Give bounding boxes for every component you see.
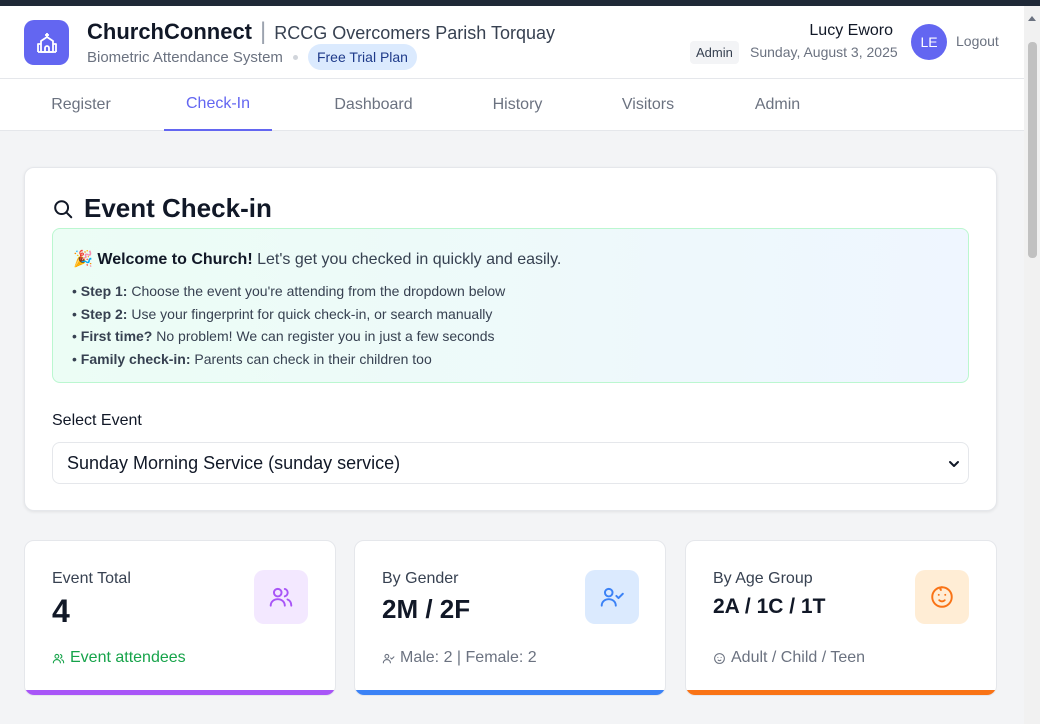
step-text: Parents can check in their children too [190,350,432,367]
role-badge: Admin [690,41,739,64]
page-scrollbar[interactable] [1024,6,1040,724]
step-label: Step 1: [80,283,128,299]
stat-card-age-group: By Age Group 2A / 1C / 1T Adult / Child … [685,540,997,696]
step-label: First time? [80,328,153,344]
welcome-text: Let's get you checked in quickly and eas… [252,251,562,268]
tab-dashboard[interactable]: Dashboard [315,79,432,131]
selected-event: Sunday Morning Service (sunday service) [67,452,401,473]
brand-separator: | [260,18,267,45]
stat-footer-text: Event attendees [70,649,186,666]
app-name: ChurchConnect [87,19,252,44]
stat-footer-text: Male: 2 | Female: 2 [400,649,537,666]
tab-admin[interactable]: Admin [732,79,823,131]
list-item: • Step 1: Choose the event you're attend… [72,283,506,299]
tab-check-in[interactable]: Check-In [164,79,272,131]
plan-badge: Free Trial Plan [307,44,417,70]
app-header: ChurchConnect | RCCG Overcomers Parish T… [0,6,1024,79]
stat-value: 2M / 2F [382,594,471,624]
stat-footer: Male: 2 | Female: 2 [382,649,537,667]
users-small-icon [52,653,65,663]
stat-card-gender: By Gender 2M / 2F Male: 2 | Female: 2 [354,540,666,696]
chevron-down-icon [949,461,959,467]
parish-name: RCCG Overcomers Parish Torquay [274,23,555,43]
baby-icon [915,570,969,624]
event-select[interactable]: Sunday Morning Service (sunday service) [52,442,969,484]
church-logo-icon [24,20,69,65]
stat-value: 4 [52,593,70,629]
step-text: Choose the event you're attending from t… [127,283,506,299]
step-label: Family check-in: [80,350,191,367]
stat-accent-bar [686,690,996,695]
tab-history[interactable]: History [470,79,565,131]
stat-label: By Gender [382,570,459,587]
scroll-up-arrow-icon[interactable] [1028,16,1036,21]
avatar[interactable]: LE [911,24,947,60]
users-icon [254,570,308,624]
logout-button[interactable]: Logout [956,33,999,49]
user-small-icon [382,653,395,663]
tab-register[interactable]: Register [24,79,138,131]
current-date: Sunday, August 3, 2025 [750,44,898,60]
party-icon: 🎉 [73,251,93,268]
welcome-heading: 🎉 Welcome to Church! Let's get you check… [73,249,561,269]
card-title: Event Check-in [52,193,272,224]
stat-footer-text: Adult / Child / Teen [731,649,866,666]
stat-value: 2A / 1C / 1T [713,595,826,618]
system-name: Biometric Attendance System [87,48,283,66]
event-checkin-card: Event Check-in 🎉 Welcome to Church! Let'… [24,167,997,511]
scrollbar-thumb[interactable] [1028,42,1037,258]
list-item: • First time? No problem! We can registe… [72,328,495,344]
stat-footer: Adult / Child / Teen [713,649,865,667]
stat-accent-bar [25,690,335,695]
stat-label: Event Total [52,570,131,587]
instructions-list: • Step 1: Choose the event you're attend… [72,280,505,370]
user-name: Lucy Eworo [809,22,893,39]
list-item: • Step 2: Use your fingerprint for quick… [72,305,493,322]
step-text: Use your fingerprint for quick check-in,… [127,305,493,322]
stat-footer: Event attendees [52,649,186,667]
select-event-label: Select Event [52,412,142,429]
search-icon [54,199,73,218]
stat-label: By Age Group [713,570,813,587]
subtitle-row: Biometric Attendance System Free Trial P… [87,44,417,70]
page-title: Event Check-in [84,193,272,223]
tab-visitors[interactable]: Visitors [602,79,694,131]
stat-card-event-total: Event Total 4 Event attendees [24,540,336,696]
baby-small-icon [714,652,725,664]
welcome-bold: Welcome to Church! [97,251,253,268]
user-check-icon [585,570,639,624]
stat-accent-bar [355,690,665,695]
welcome-panel: 🎉 Welcome to Church! Let's get you check… [52,228,969,383]
main-nav: Register Check-In Dashboard History Visi… [0,79,1024,131]
step-label: Step 2: [80,305,128,322]
brand: ChurchConnect | RCCG Overcomers Parish T… [87,18,555,46]
separator-dot [292,54,298,60]
list-item: • Family check-in: Parents can check in … [72,350,432,367]
step-text: No problem! We can register you in just … [152,328,495,344]
